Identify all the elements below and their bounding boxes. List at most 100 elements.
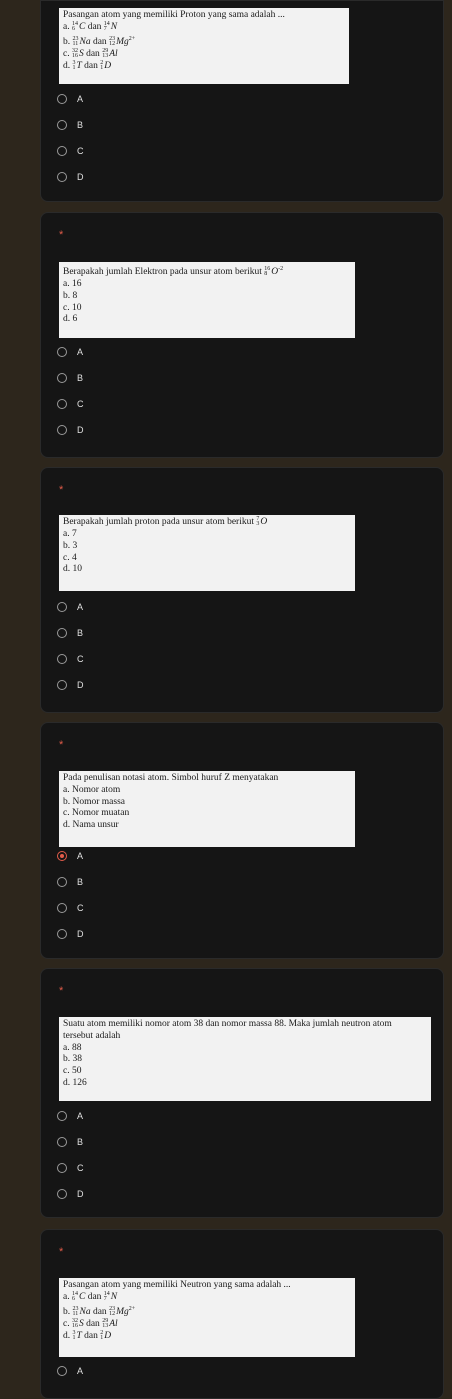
radio-button[interactable] — [57, 425, 67, 435]
element-symbol: O — [260, 517, 268, 528]
atom-formula: 73O — [256, 516, 268, 529]
atomic-number: 16 — [71, 1322, 78, 1329]
option-c[interactable]: C — [57, 901, 84, 915]
radio-button[interactable] — [57, 877, 67, 887]
choice-line: b. 8 — [63, 290, 78, 301]
option-a[interactable]: A — [57, 345, 83, 359]
option-a[interactable]: A — [57, 600, 83, 614]
radio-button[interactable] — [57, 373, 67, 383]
radio-button[interactable] — [57, 602, 67, 612]
radio-button[interactable] — [57, 680, 67, 690]
radio-button[interactable] — [57, 929, 67, 939]
question-box: Pasangan atom yang memiliki Neutron yang… — [59, 1278, 355, 1357]
question-text: Suatu atom memiliki nomor atom 38 dan no… — [63, 1019, 392, 1029]
question-card-5: * Suatu atom memiliki nomor atom 38 dan … — [40, 968, 444, 1218]
nuclide-b: 29 13 Al — [102, 1318, 118, 1331]
question-text-cont: tersebut adalah — [63, 1030, 121, 1041]
element-symbol: Na — [79, 1306, 91, 1317]
option-c[interactable]: C — [57, 652, 84, 666]
option-d[interactable]: D — [57, 1187, 84, 1201]
radio-button[interactable] — [57, 94, 67, 104]
radio-button[interactable] — [57, 1366, 67, 1376]
element-symbol: Al — [109, 1318, 118, 1329]
option-label: D — [77, 425, 84, 435]
element-symbol: Mg — [116, 1306, 129, 1317]
atomic-number: 13 — [102, 52, 109, 59]
choice-line: c. 32 16 S dan 29 13 Al — [63, 48, 345, 61]
radio-button[interactable] — [57, 1111, 67, 1121]
option-a[interactable]: A — [57, 1364, 83, 1378]
option-d[interactable]: D — [57, 423, 84, 437]
nuclide-b: 23 12 Mg2+ — [109, 34, 135, 49]
radio-button[interactable] — [57, 903, 67, 913]
radio-button[interactable] — [57, 1163, 67, 1173]
atomic-number: 1 — [100, 64, 104, 71]
option-c[interactable]: C — [57, 397, 84, 411]
choice-line: a. 88 — [63, 1042, 82, 1053]
nuclide-a: 14 6 C — [71, 1291, 85, 1304]
atomic-number: 6 — [71, 1295, 75, 1302]
radio-button[interactable] — [57, 654, 67, 664]
nuclide-numbers: 21 — [100, 1330, 103, 1341]
nuclide-numbers: 73 — [256, 516, 259, 527]
element-symbol: T — [76, 1330, 82, 1341]
required-mark: * — [59, 484, 64, 496]
question-box: Suatu atom memiliki nomor atom 38 dan no… — [59, 1017, 431, 1101]
option-d[interactable]: D — [57, 927, 84, 941]
ion-charge: -2 — [278, 266, 284, 272]
question-box: Berapakah jumlah Elektron pada unsur ato… — [59, 262, 355, 338]
nuclide-b: 21D — [100, 1330, 111, 1343]
radio-button[interactable] — [57, 399, 67, 409]
formula-nuclide: 73O — [256, 516, 268, 529]
option-d[interactable]: D — [57, 678, 84, 692]
option-b[interactable]: B — [57, 875, 83, 889]
nuclide-numbers: 23 12 — [109, 1306, 115, 1317]
nuclide-numbers: 23 12 — [109, 36, 116, 47]
option-b[interactable]: B — [57, 118, 83, 132]
atomic-number: 12 — [109, 40, 116, 47]
question-text: Berapakah jumlah Elektron pada unsur ato… — [63, 267, 262, 278]
choice-line: a. 14 6 C dan 14 7 N — [63, 21, 345, 34]
required-mark: * — [59, 1246, 64, 1258]
radio-button[interactable] — [57, 146, 67, 156]
radio-button[interactable] — [57, 1137, 67, 1147]
option-c[interactable]: C — [57, 144, 84, 158]
nuclide-b: 21D — [100, 60, 111, 73]
option-a[interactable]: A — [57, 1109, 83, 1123]
radio-button[interactable] — [57, 628, 67, 638]
option-d[interactable]: D — [57, 170, 84, 184]
radio-button[interactable] — [57, 347, 67, 357]
option-a[interactable]: A — [57, 92, 83, 106]
nuclide-numbers: 32 16 — [72, 48, 78, 59]
element-symbol: N — [110, 1291, 118, 1302]
option-b[interactable]: B — [57, 371, 83, 385]
question-card-1: Pasangan atom yang memiliki Proton yang … — [40, 0, 444, 202]
choice-letter: c. — [63, 48, 72, 59]
option-label: D — [77, 929, 84, 939]
nuclide-a: 32 16 S — [71, 1318, 84, 1331]
option-b[interactable]: B — [57, 626, 83, 640]
atomic-number: 1 — [72, 64, 76, 71]
option-b[interactable]: B — [57, 1135, 83, 1149]
option-label: A — [77, 1366, 84, 1376]
radio-button[interactable] — [57, 172, 67, 182]
option-label: C — [77, 146, 84, 156]
choice-line: d. 10 — [63, 564, 82, 575]
option-c[interactable]: C — [57, 1161, 84, 1175]
question-text: Pada penulisan notasi atom. Simbol huruf… — [63, 773, 279, 783]
required-mark: * — [59, 229, 64, 241]
option-a[interactable]: A — [57, 849, 83, 863]
choice-letter: b. — [63, 1306, 73, 1317]
nuclide-numbers: 32 16 — [71, 1318, 78, 1329]
option-label: C — [77, 399, 84, 409]
nuclide-a: 31T — [72, 60, 82, 73]
choice-connector: dan — [90, 1306, 110, 1317]
radio-button[interactable] — [57, 851, 67, 861]
radio-button[interactable] — [57, 1189, 67, 1199]
option-label: D — [77, 680, 84, 690]
ion-charge: 2+ — [128, 1305, 136, 1312]
nuclide-b: 23 12 Mg2+ — [109, 1304, 135, 1319]
nuclide-numbers: 31 — [72, 60, 76, 71]
radio-button[interactable] — [57, 120, 67, 130]
atomic-number: 1 — [72, 1334, 76, 1341]
